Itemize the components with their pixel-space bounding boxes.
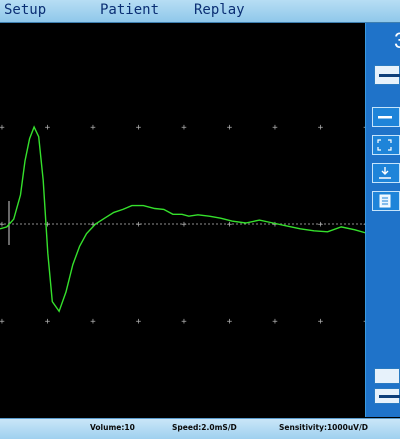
sensitivity-status: Sensitivity:1000uV/D	[279, 423, 368, 432]
minus-button-top[interactable]	[374, 65, 400, 85]
waveform-chart: +++++++++++++++++++++++++++	[0, 123, 365, 327]
grid-marker: +	[136, 317, 142, 327]
grid-marker: +	[136, 123, 142, 133]
menu-setup[interactable]: Setup	[4, 2, 46, 18]
grid-marker: +	[363, 317, 365, 327]
grid-marker: +	[272, 220, 278, 230]
grid-marker: +	[45, 123, 51, 133]
minus-icon	[379, 74, 400, 77]
grid-marker: +	[227, 317, 233, 327]
minus-button-bottom[interactable]	[374, 388, 400, 404]
grid-marker: +	[181, 317, 187, 327]
volume-status: Volume:10	[90, 423, 135, 432]
fullscreen-button[interactable]	[372, 135, 400, 155]
collapse-button[interactable]	[372, 107, 400, 127]
minus-icon	[379, 395, 400, 398]
grid-marker: +	[318, 123, 324, 133]
grid-marker: +	[181, 123, 187, 133]
download-button[interactable]	[372, 163, 400, 183]
grid-marker: +	[318, 220, 324, 230]
grid-marker: +	[45, 317, 51, 327]
grid-marker: +	[136, 220, 142, 230]
grid-marker: +	[0, 317, 5, 327]
grid-marker: +	[90, 123, 96, 133]
grid-marker: +	[90, 317, 96, 327]
grid-marker: +	[363, 123, 365, 133]
menu-bar: Setup Patient Replay	[0, 0, 400, 23]
grid-marker: +	[227, 123, 233, 133]
document-icon	[379, 194, 391, 208]
grid-marker: +	[318, 317, 324, 327]
grid-marker: +	[272, 123, 278, 133]
speed-status: Speed:2.0mS/D	[172, 423, 237, 432]
download-icon	[379, 167, 391, 179]
status-bar: Volume:10 Speed:2.0mS/D Sensitivity:1000…	[0, 418, 400, 439]
right-control-panel	[366, 23, 400, 417]
menu-patient[interactable]: Patient	[100, 2, 159, 18]
grid-markers: +++++++++++++++++++++++++++	[0, 123, 365, 327]
waveform-display: +++++++++++++++++++++++++++	[0, 23, 367, 417]
grid-marker: +	[181, 220, 187, 230]
expand-icon	[377, 139, 392, 151]
blank-button[interactable]	[374, 368, 400, 384]
grid-marker: +	[272, 317, 278, 327]
minus-icon	[378, 116, 392, 119]
grid-marker: +	[0, 123, 5, 133]
channel-value: 3	[394, 28, 400, 54]
grid-marker: +	[363, 220, 365, 230]
report-button[interactable]	[372, 191, 400, 211]
menu-replay[interactable]: Replay	[194, 2, 245, 18]
